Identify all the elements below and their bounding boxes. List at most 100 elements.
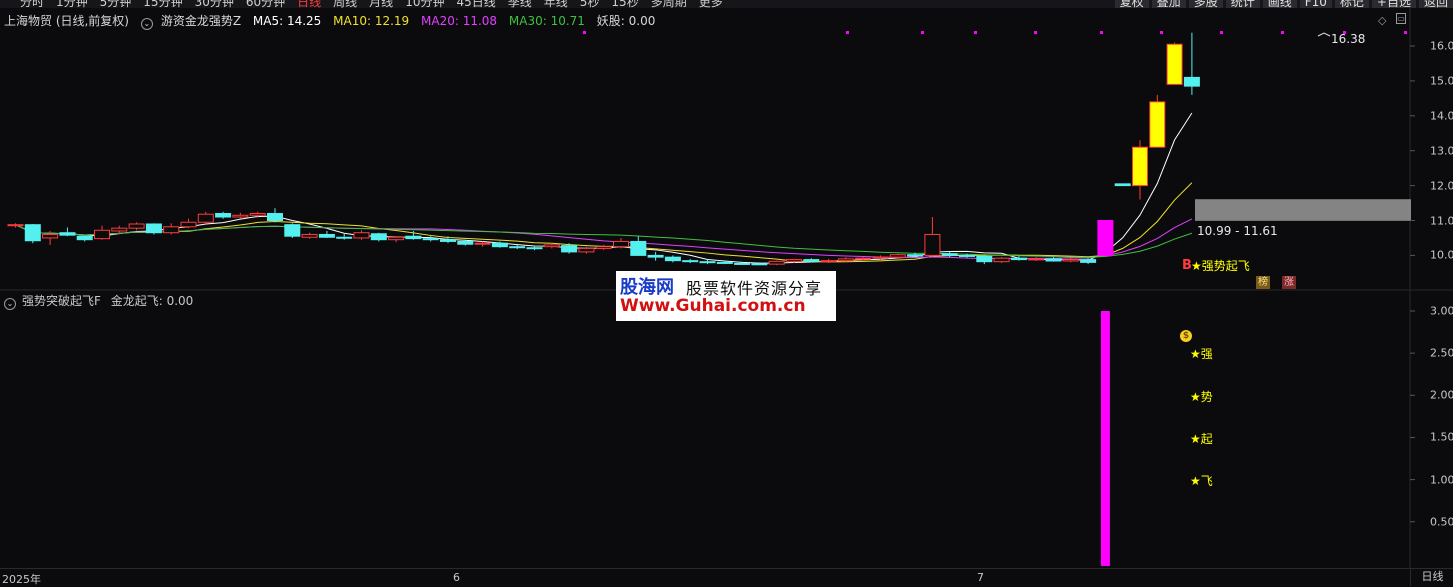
candle-body — [734, 262, 751, 265]
candle-body — [1183, 76, 1200, 87]
candle-body — [353, 232, 370, 239]
candle-body — [699, 261, 716, 264]
candle-body — [7, 224, 24, 227]
candle-body — [647, 254, 664, 258]
candle-body — [42, 233, 59, 239]
candle-body — [1132, 146, 1148, 187]
candle-body — [803, 259, 820, 262]
candle-body — [664, 256, 681, 262]
candle-body — [509, 246, 526, 249]
range-label: 10.99 - 11.61 — [1197, 224, 1278, 238]
candle-body — [1097, 220, 1114, 256]
sub-tick-label: 1.50 — [1430, 430, 1453, 444]
candle-body — [145, 223, 162, 234]
sub-tick-label: 0.50 — [1430, 515, 1453, 529]
signal-dot — [1034, 31, 1037, 34]
high-price-label: 16.38 — [1331, 32, 1366, 46]
candle-body — [768, 260, 785, 265]
candle-body — [111, 227, 128, 232]
price-tick-label: 10.00 — [1430, 248, 1453, 262]
candle-body — [595, 246, 612, 249]
date-axis: 2025年 6 7 — [0, 568, 1410, 586]
price-tick-label: 16.00 — [1430, 39, 1453, 53]
sub-tick-label: 3.00 — [1430, 304, 1453, 318]
candle-body — [993, 257, 1010, 263]
candle-body — [786, 259, 802, 262]
candle-body — [440, 239, 456, 242]
candle-body — [1045, 258, 1062, 262]
money-bag-icon: $ — [1180, 330, 1192, 342]
candle-body — [1149, 101, 1166, 148]
candle-body — [180, 221, 197, 228]
candle-body — [682, 260, 699, 263]
price-tick-label: 12.00 — [1430, 179, 1453, 193]
price-tick-label: 13.00 — [1430, 144, 1453, 158]
candle-body — [630, 240, 647, 256]
date-label-june: 6 — [453, 571, 460, 584]
candle-body — [561, 245, 578, 253]
signal-dot — [974, 31, 977, 34]
candle-body — [76, 235, 93, 241]
candle-body — [336, 236, 353, 239]
signal-dot — [1281, 31, 1284, 34]
signal-dot — [1160, 31, 1163, 34]
limit-up-badge[interactable]: 涨 — [1282, 276, 1296, 289]
candles — [7, 32, 1200, 266]
candle-body — [249, 213, 266, 216]
candle-body — [1010, 257, 1027, 261]
signal-dots — [583, 31, 1407, 37]
signal-label: ★强势起飞 — [1191, 259, 1250, 273]
candle-body — [924, 233, 941, 256]
candle-body — [976, 255, 993, 263]
price-tick-label: 14.00 — [1430, 109, 1453, 123]
watermark-url: Www.Guhai.com.cn — [620, 296, 806, 316]
candle-body — [872, 256, 889, 259]
candle-body — [526, 247, 543, 250]
signal-dot — [921, 31, 924, 34]
candle-body — [491, 242, 508, 248]
candle-body — [388, 236, 405, 241]
candle-body — [889, 254, 906, 258]
candle-body — [907, 254, 924, 257]
signal-dot — [846, 31, 849, 34]
signal-dot — [1220, 31, 1223, 34]
period-indicator[interactable]: 日线 — [1410, 568, 1453, 586]
candle-body — [318, 233, 335, 238]
moving-average-lines — [15, 112, 1193, 264]
sub-chart-header: ⌄ 强势突破起飞F 金龙起飞: 0.00 — [4, 292, 199, 310]
candle-body — [197, 213, 214, 223]
candle-body — [959, 254, 975, 257]
candle-body — [457, 240, 474, 245]
candle-body — [301, 233, 318, 238]
star-label-momentum: ★势 — [1190, 390, 1213, 404]
candle-body — [474, 242, 491, 245]
sub-indicator-name[interactable]: 强势突破起飞F — [22, 294, 101, 308]
candle-body — [1028, 258, 1045, 261]
price-range-box — [1195, 199, 1411, 221]
candle-body — [94, 229, 110, 240]
signal-dot — [1100, 31, 1103, 34]
candle-body — [613, 240, 629, 248]
candle-body — [543, 244, 560, 248]
rank-badge[interactable]: 榜 — [1256, 276, 1270, 289]
candle-body — [716, 261, 733, 264]
candle-body — [163, 226, 180, 234]
signal-dot — [583, 31, 586, 34]
price-tick-label: 15.00 — [1430, 74, 1453, 88]
candle-body — [59, 232, 76, 236]
candle-body — [267, 213, 283, 222]
candle-body — [1114, 183, 1131, 187]
sub-indicator-collapse-icon[interactable]: ⌄ — [4, 298, 16, 310]
candle-body — [820, 260, 837, 263]
watermark: 股海网 股票软件资源分享 Www.Guhai.com.cn — [616, 271, 836, 321]
star-label-strong: ★强 — [1190, 347, 1213, 361]
star-label-fly: ★飞 — [1190, 474, 1213, 488]
candle-body — [128, 223, 145, 229]
signal-bar — [1100, 311, 1110, 566]
candle-body — [24, 224, 41, 242]
candle-body — [1062, 259, 1079, 262]
sub-indicator — [1100, 311, 1110, 566]
sub-tick-label: 2.50 — [1430, 346, 1453, 360]
candle-body — [422, 238, 439, 241]
signal-dot — [1404, 31, 1407, 34]
